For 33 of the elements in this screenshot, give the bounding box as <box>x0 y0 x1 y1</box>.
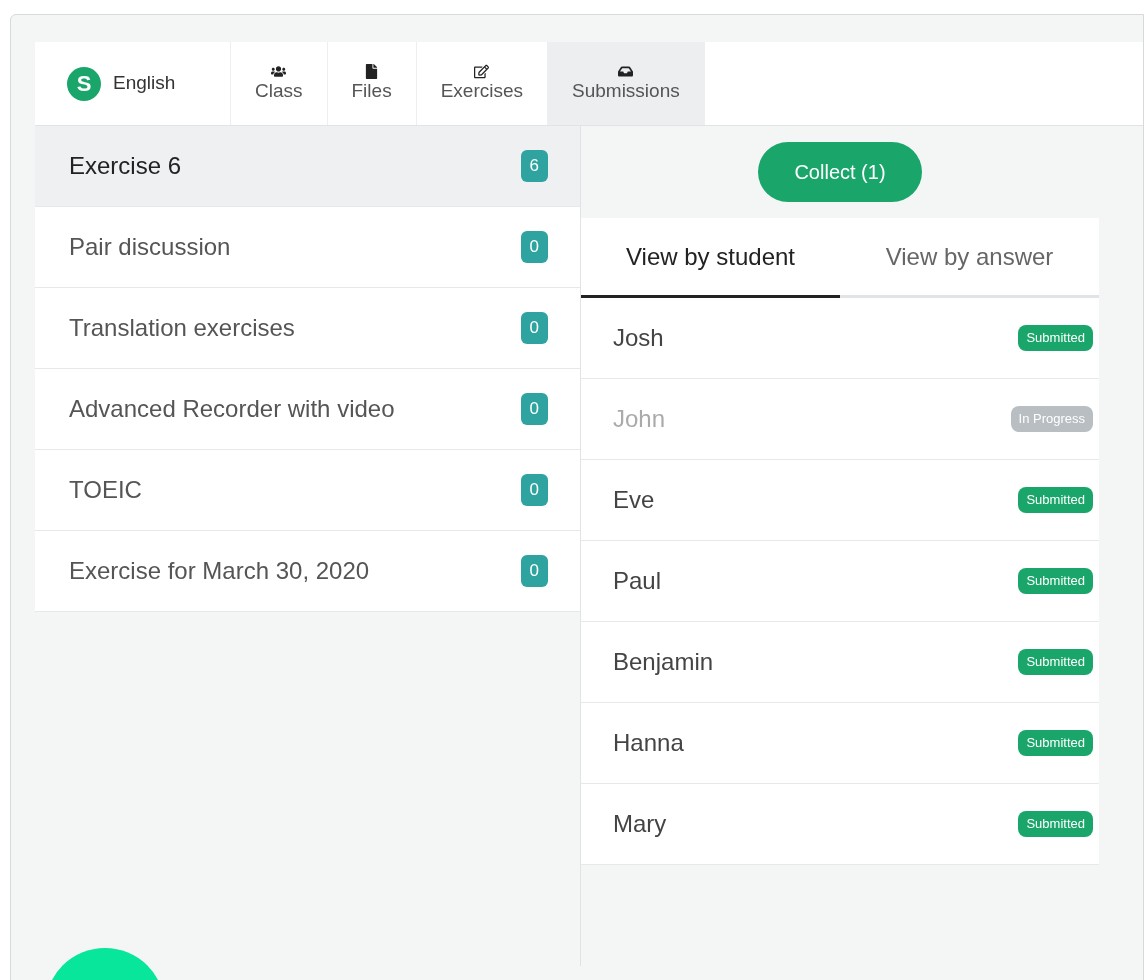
users-icon <box>271 64 287 79</box>
student-row[interactable]: Paul Submitted <box>581 541 1099 622</box>
status-badge: In Progress <box>1010 406 1093 432</box>
student-row[interactable]: Eve Submitted <box>581 460 1099 541</box>
exercise-item[interactable]: Advanced Recorder with video 0 <box>35 369 580 450</box>
nav-tab[interactable]: Submissions <box>548 42 705 125</box>
exercise-item[interactable]: Exercise for March 30, 2020 0 <box>35 531 580 612</box>
count-badge: 0 <box>520 474 548 506</box>
exercise-item[interactable]: Exercise 6 6 <box>35 126 580 207</box>
status-badge: Submitted <box>1018 487 1093 513</box>
status-badge: Submitted <box>1018 649 1093 675</box>
student-row[interactable]: Benjamin Submitted <box>581 622 1099 703</box>
exercise-item[interactable]: Pair discussion 0 <box>35 207 580 288</box>
status-badge: Submitted <box>1018 811 1093 837</box>
course-name: English <box>113 71 176 96</box>
count-badge: 0 <box>520 312 548 344</box>
file-icon <box>364 64 380 79</box>
view-tab[interactable]: View by answer <box>840 218 1099 298</box>
logo-icon: S <box>67 66 101 101</box>
count-badge: 0 <box>520 393 548 425</box>
student-row[interactable]: Josh Submitted <box>581 298 1099 379</box>
count-badge: 6 <box>520 150 548 182</box>
exercise-item[interactable]: TOEIC 0 <box>35 450 580 531</box>
student-row[interactable]: Mary Submitted <box>581 784 1099 865</box>
status-badge: Submitted <box>1018 325 1093 351</box>
edit-icon <box>474 64 490 79</box>
exercise-item[interactable]: Translation exercises 0 <box>35 288 580 369</box>
inbox-icon <box>618 64 634 79</box>
status-badge: Submitted <box>1018 568 1093 594</box>
count-badge: 0 <box>520 555 548 587</box>
status-badge: Submitted <box>1018 730 1093 756</box>
student-row[interactable]: Hanna Submitted <box>581 703 1099 784</box>
count-badge: 0 <box>520 231 548 263</box>
